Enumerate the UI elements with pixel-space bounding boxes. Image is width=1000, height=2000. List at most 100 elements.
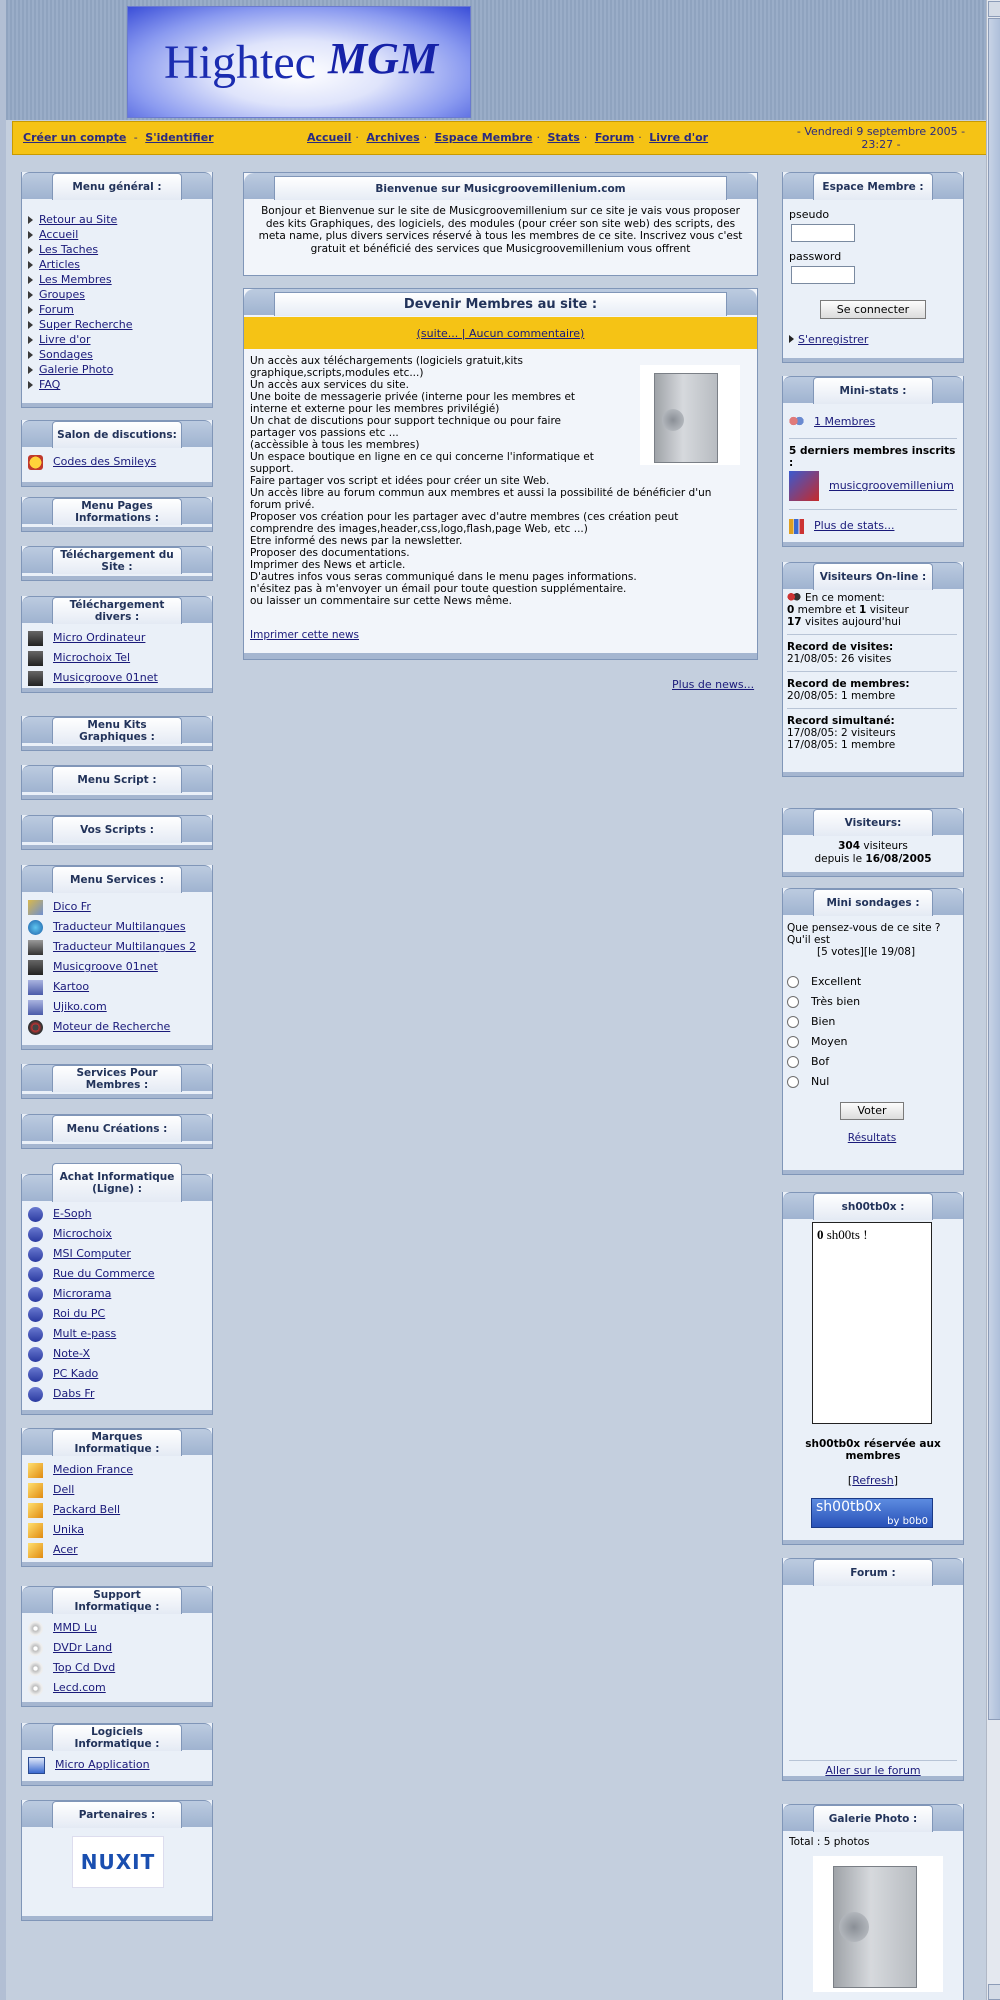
gears-icon [28, 1019, 43, 1035]
menu-articles[interactable]: Articles [39, 258, 80, 271]
poll-radio[interactable] [787, 976, 799, 988]
vos-scripts-box: Vos Scripts : [21, 815, 213, 850]
smiley-icon [28, 454, 43, 470]
box-title[interactable]: Téléchargement du Site : [52, 547, 182, 574]
record-simultaneous-label: Record simultané: [787, 715, 895, 727]
members-icon [789, 414, 804, 430]
achat-box: Achat Informatique (Ligne) : E-Soph Micr… [21, 1163, 213, 1415]
musicgroove-link[interactable]: Musicgroove 01net [53, 957, 158, 977]
vertical-scrollbar[interactable] [986, 0, 1000, 2000]
dell-link[interactable]: Dell [53, 1480, 74, 1500]
microrama-link[interactable]: Microrama [53, 1284, 111, 1304]
nav-forum[interactable]: Forum [595, 131, 634, 144]
create-account-link[interactable]: Créer un compte [23, 131, 126, 144]
site-logo[interactable]: Hightec MGM [127, 6, 471, 118]
box-title[interactable]: Menu Pages Informations : [52, 498, 182, 525]
login-button[interactable]: Se connecter [819, 300, 927, 319]
unika-link[interactable]: Unika [53, 1520, 84, 1540]
vote-button[interactable]: Voter [840, 1102, 904, 1120]
traducteur-2-link[interactable]: Traducteur Multilangues 2 [53, 937, 196, 957]
box-title[interactable]: Menu Créations : [52, 1115, 182, 1142]
dabs-link[interactable]: Dabs Fr [53, 1384, 94, 1404]
menu-galerie-photo[interactable]: Galerie Photo [39, 363, 113, 376]
notex-link[interactable]: Note-X [53, 1344, 90, 1364]
refresh-link[interactable]: Refresh [852, 1474, 894, 1487]
lecd-link[interactable]: Lecd.com [53, 1678, 106, 1698]
microchoix-tel-link[interactable]: Microchoix Tel [53, 648, 130, 668]
nav-espace-membre[interactable]: Espace Membre [435, 131, 533, 144]
box-title[interactable]: Vos Scripts : [52, 816, 182, 843]
micro-ordinateur-link[interactable]: Micro Ordinateur [53, 628, 145, 648]
traducteur-link[interactable]: Traducteur Multilangues [53, 917, 186, 937]
poll-option-bien: Bien [811, 1015, 836, 1028]
poll-radio[interactable] [787, 1076, 799, 1088]
micro-application-link[interactable]: Micro Application [55, 1755, 150, 1775]
nav-livre-dor[interactable]: Livre d'or [649, 131, 708, 144]
nav-accueil[interactable]: Accueil [307, 131, 351, 144]
packard-bell-link[interactable]: Packard Bell [53, 1500, 120, 1520]
menu-super-recherche[interactable]: Super Recherche [39, 318, 133, 331]
poll-results-link[interactable]: Résultats [848, 1132, 896, 1144]
menu-retour-site[interactable]: Retour au Site [39, 213, 117, 226]
menu-taches[interactable]: Les Taches [39, 243, 98, 256]
menu-accueil[interactable]: Accueil [39, 228, 78, 241]
menu-forum[interactable]: Forum [39, 303, 74, 316]
nav-stats[interactable]: Stats [547, 131, 579, 144]
dico-fr-link[interactable]: Dico Fr [53, 897, 91, 917]
codes-smileys-link[interactable]: Codes des Smileys [53, 452, 156, 472]
top-cd-dvd-link[interactable]: Top Cd Dvd [53, 1658, 115, 1678]
pages-info-box: Menu Pages Informations : [21, 497, 213, 532]
musicgroove-01net-link[interactable]: Musicgroove 01net [53, 668, 158, 688]
poll-radio[interactable] [787, 1036, 799, 1048]
last-member-link[interactable]: musicgroovemillenium [829, 476, 954, 496]
register-link[interactable]: S'enregistrer [798, 333, 868, 346]
shoutbox-badge[interactable]: sh00tb0x by b0b0 [811, 1498, 933, 1528]
more-stats-link[interactable]: Plus de stats... [814, 516, 894, 536]
pseudo-input[interactable] [791, 224, 855, 242]
password-input[interactable] [791, 266, 855, 284]
print-news-link[interactable]: Imprimer cette news [250, 629, 359, 641]
poll-radio[interactable] [787, 1016, 799, 1028]
menu-livre-dor[interactable]: Livre d'or [39, 333, 91, 346]
box-title[interactable]: Menu Kits Graphiques : [52, 717, 182, 744]
box-title[interactable]: Menu Script : [52, 766, 182, 793]
pc-kado-link[interactable]: PC Kado [53, 1364, 98, 1384]
ujiko-link[interactable]: Ujiko.com [53, 997, 107, 1017]
nuxit-logo[interactable]: NUXIT [72, 1836, 164, 1888]
more-news-link[interactable]: Plus de news... [672, 678, 754, 691]
microchoix-link[interactable]: Microchoix [53, 1224, 112, 1244]
news-suite-link[interactable]: (suite... | Aucun commentaire) [417, 327, 585, 340]
scroll-down-button[interactable] [988, 1984, 1000, 2000]
rue-commerce-link[interactable]: Rue du Commerce [53, 1264, 155, 1284]
menu-sondages[interactable]: Sondages [39, 348, 93, 361]
members-count-link[interactable]: 1 Membres [814, 412, 875, 432]
esoph-link[interactable]: E-Soph [53, 1204, 92, 1224]
record-simultaneous-1: 17/08/05: 2 visiteurs [787, 727, 896, 739]
telechargement-site-box: Téléchargement du Site : [21, 546, 213, 581]
scrollbar-thumb[interactable] [988, 18, 1000, 1720]
poll-radio[interactable] [787, 996, 799, 1008]
roi-pc-link[interactable]: Roi du PC [53, 1304, 105, 1324]
scroll-up-button[interactable] [988, 1, 1000, 17]
logo-text-hightec: Hightec [164, 36, 316, 89]
shoutbox-messages[interactable]: 0 sh00ts ! [812, 1222, 932, 1424]
menu-faq[interactable]: FAQ [39, 378, 60, 391]
menu-groupes[interactable]: Groupes [39, 288, 85, 301]
login-link[interactable]: S'identifier [145, 131, 213, 144]
arrow-icon [28, 1306, 43, 1322]
poll-radio[interactable] [787, 1056, 799, 1068]
msi-link[interactable]: MSI Computer [53, 1244, 131, 1264]
gallery-photo[interactable] [813, 1856, 943, 1992]
mult-epass-link[interactable]: Mult e-pass [53, 1324, 116, 1344]
nav-archives[interactable]: Archives [366, 131, 419, 144]
moteur-recherche-link[interactable]: Moteur de Recherche [53, 1017, 170, 1037]
dvdr-land-link[interactable]: DVDr Land [53, 1638, 112, 1658]
box-title: Galerie Photo : [813, 1805, 933, 1832]
mmd-link[interactable]: MMD Lu [53, 1618, 97, 1638]
logo-text-mgm: MGM [328, 34, 439, 83]
acer-link[interactable]: Acer [53, 1540, 78, 1560]
medion-link[interactable]: Medion France [53, 1460, 133, 1480]
kartoo-link[interactable]: Kartoo [53, 977, 89, 997]
menu-membres[interactable]: Les Membres [39, 273, 112, 286]
box-title[interactable]: Services Pour Membres : [52, 1065, 182, 1092]
